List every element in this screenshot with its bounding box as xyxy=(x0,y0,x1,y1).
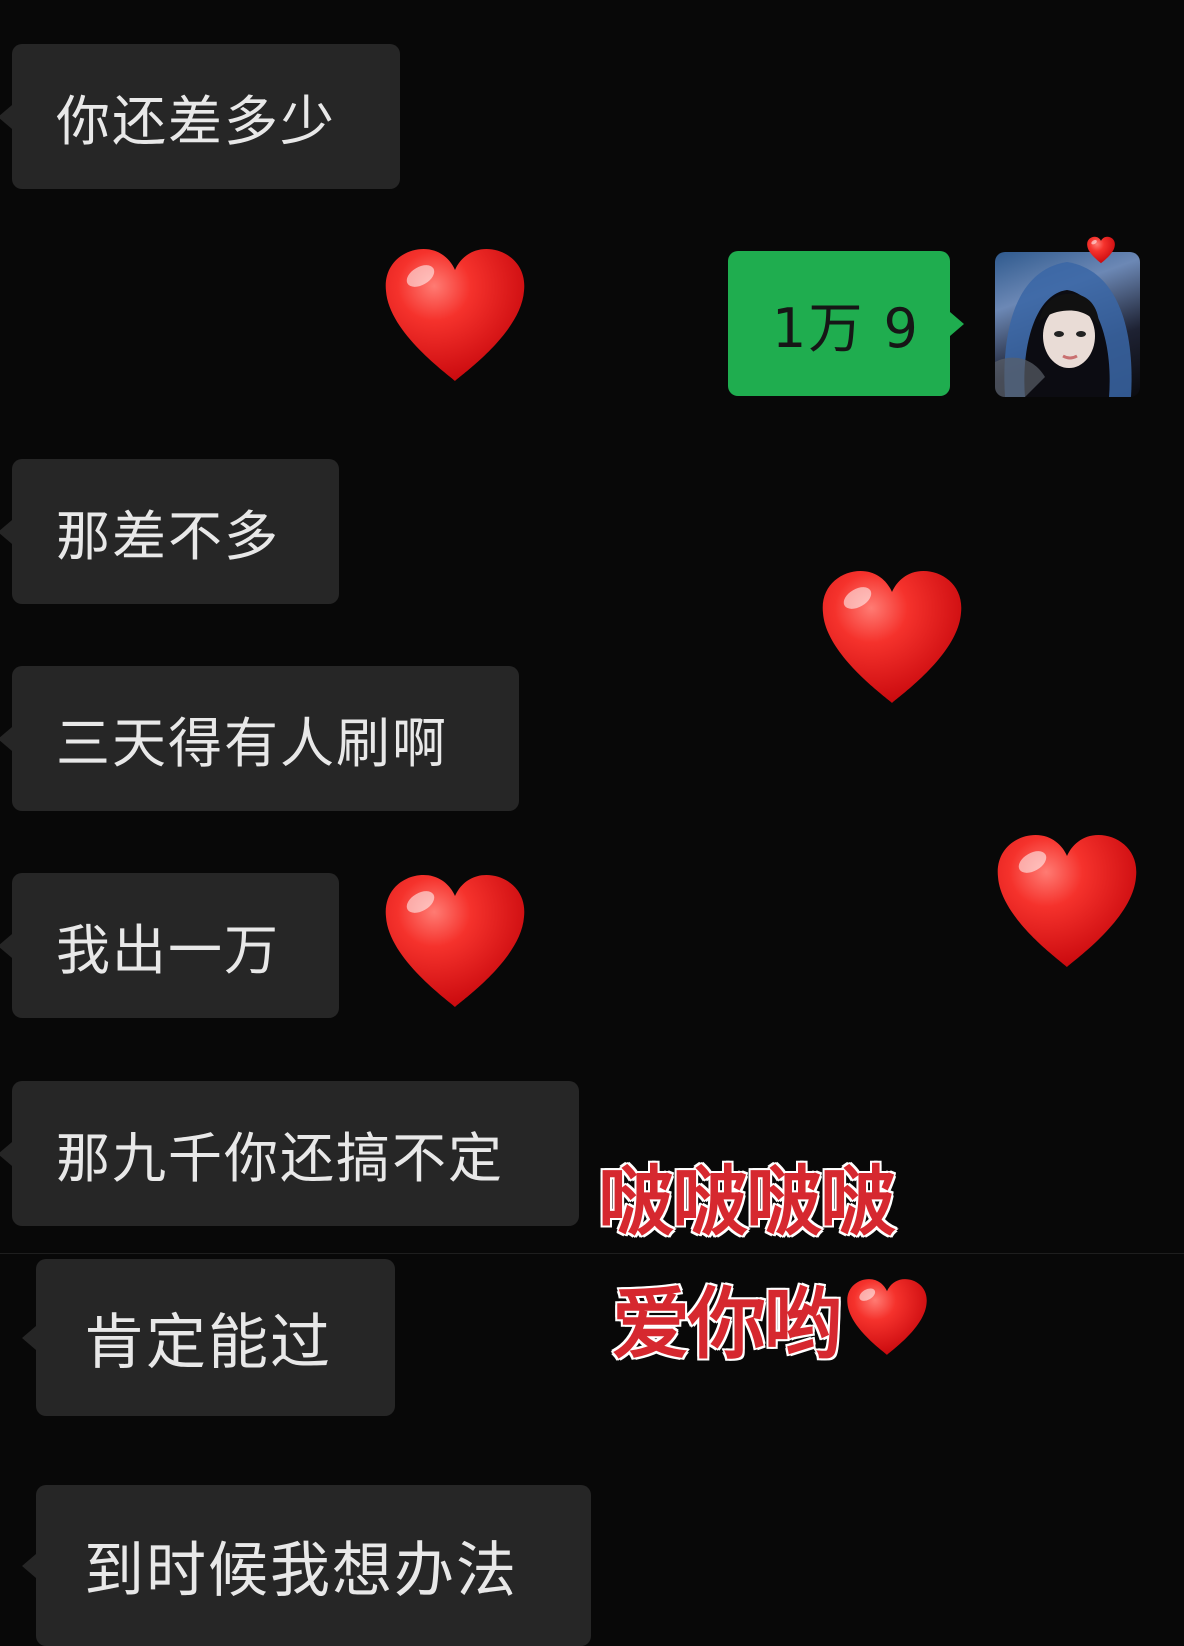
message-text: 那九千你还搞不定 xyxy=(56,1127,504,1190)
red-heart-icon xyxy=(822,571,962,703)
sticker-text-kisses: 啵啵啵啵 xyxy=(597,1156,898,1248)
divider xyxy=(0,1253,1184,1254)
avatar-heart-icon xyxy=(1087,236,1115,264)
message-text: 我出一万 xyxy=(56,919,280,982)
message-text: 肯定能过 xyxy=(84,1308,332,1378)
message-bubble-incoming[interactable]: 那差不多 xyxy=(12,459,339,604)
message-text: 到时候我想办法 xyxy=(84,1536,518,1606)
message-text: 你还差多少 xyxy=(56,90,336,153)
message-text: 1万 9 xyxy=(772,297,920,360)
message-bubble-incoming[interactable]: 肯定能过 xyxy=(36,1259,395,1416)
message-bubble-incoming[interactable]: 到时候我想办法 xyxy=(36,1485,591,1646)
user-avatar[interactable] xyxy=(995,252,1140,397)
sticker-text-love-you: 爱你哟 xyxy=(610,1262,930,1374)
message-text: 那差不多 xyxy=(56,505,280,568)
red-heart-icon xyxy=(385,875,525,1007)
avatar-photo-icon xyxy=(995,262,1132,397)
sticker-heart-icon xyxy=(847,1279,927,1355)
chat-area: 你还差多少 1万 9 那差不多 三天得有人刷啊 我出一万 那九千你还搞不定 肯定… xyxy=(0,0,1184,1646)
sticker-text: 爱你哟 xyxy=(610,1279,843,1372)
message-bubble-incoming[interactable]: 你还差多少 xyxy=(12,44,400,189)
message-bubble-outgoing[interactable]: 1万 9 xyxy=(728,251,950,396)
message-text: 三天得有人刷啊 xyxy=(56,712,448,775)
message-bubble-incoming[interactable]: 我出一万 xyxy=(12,873,339,1018)
red-heart-icon xyxy=(385,249,525,381)
red-heart-icon xyxy=(997,835,1137,967)
message-bubble-incoming[interactable]: 三天得有人刷啊 xyxy=(12,666,519,811)
message-bubble-incoming[interactable]: 那九千你还搞不定 xyxy=(12,1081,579,1226)
